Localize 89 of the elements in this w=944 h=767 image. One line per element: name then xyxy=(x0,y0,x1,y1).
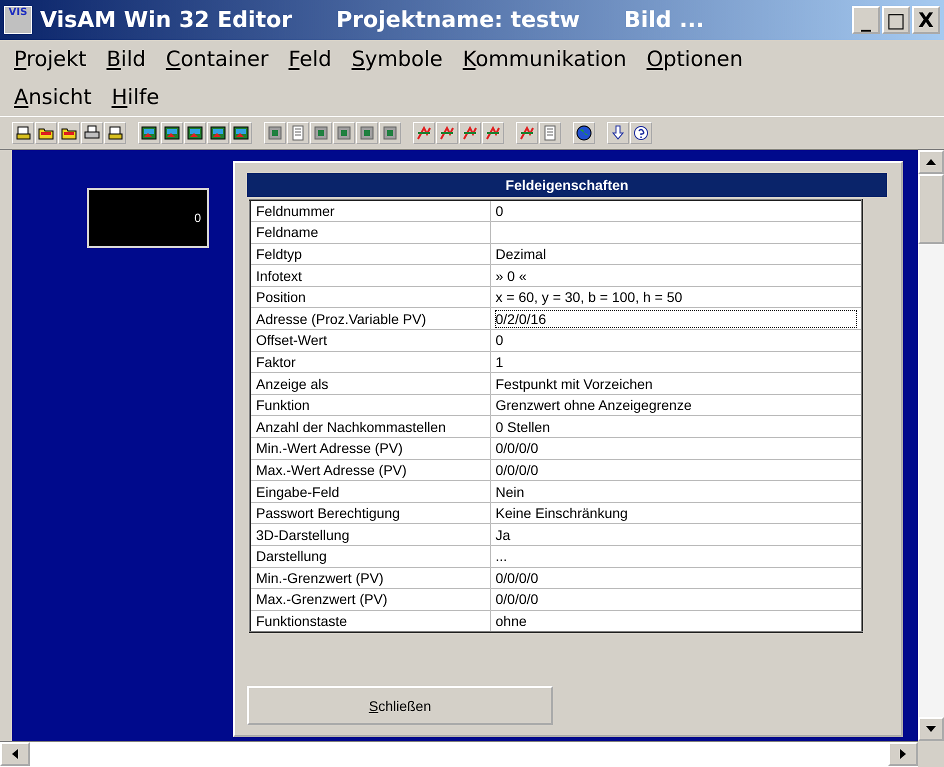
toolbar-button[interactable] xyxy=(356,122,378,144)
property-name: Anzahl der Nachkommastellen xyxy=(250,416,490,438)
square-icon xyxy=(267,125,283,141)
menu-item[interactable]: Container xyxy=(156,40,279,78)
property-name: Min.-Wert Adresse (PV) xyxy=(250,438,490,460)
toolbar-button[interactable] xyxy=(81,122,103,144)
scrollbar-thumb[interactable] xyxy=(918,174,944,244)
window-title: VisAM Win 32 Editor xyxy=(40,8,292,32)
toolbar-button[interactable] xyxy=(379,122,401,144)
dialog-title: Feldeigenschaften xyxy=(247,173,887,197)
toolbar-button[interactable] xyxy=(630,122,652,144)
property-name: Max.-Grenzwert (PV) xyxy=(250,588,490,610)
down-arrow-icon xyxy=(610,125,626,141)
document-icon xyxy=(15,125,31,141)
menu-item[interactable]: Ansicht xyxy=(4,78,102,116)
property-name: Faktor xyxy=(250,351,490,373)
property-name: Min.-Grenzwert (PV) xyxy=(250,567,490,589)
property-name: Darstellung xyxy=(250,546,490,568)
toolbar-button[interactable] xyxy=(12,122,34,144)
list-icon xyxy=(290,125,306,141)
window-control-button[interactable]: X xyxy=(912,6,940,34)
toolbar-button[interactable] xyxy=(310,122,332,144)
menu-item[interactable]: Bild xyxy=(96,40,156,78)
property-name: Adresse (Proz.Variable PV) xyxy=(250,308,490,330)
window-title: Projektname: testw xyxy=(336,8,580,32)
toolbar-button[interactable] xyxy=(573,122,595,144)
numeric-field[interactable]: 0 xyxy=(87,188,209,248)
graph-icon xyxy=(462,125,478,141)
property-name: Offset-Wert xyxy=(250,330,490,352)
property-name: Funktion xyxy=(250,394,490,416)
property-name: 3D-Darstellung xyxy=(250,524,490,546)
toolbar-button[interactable] xyxy=(58,122,80,144)
toolbar-button[interactable] xyxy=(333,122,355,144)
document-icon xyxy=(107,125,123,141)
menu-item[interactable]: Hilfe xyxy=(102,78,170,116)
property-name: Position xyxy=(250,286,490,308)
square-icon xyxy=(382,125,398,141)
square-icon xyxy=(313,125,329,141)
property-name: Passwort Berechtigung xyxy=(250,502,490,524)
image-icon xyxy=(164,125,180,141)
printer-icon xyxy=(84,125,100,141)
window-title: Bild ... xyxy=(624,8,704,32)
menu-item[interactable]: Symbole xyxy=(342,40,453,78)
globe-icon xyxy=(576,125,592,141)
menu-item[interactable]: Projekt xyxy=(4,40,96,78)
window-control-button[interactable]: □ xyxy=(882,6,910,34)
property-name: Feldnummer xyxy=(250,200,490,222)
left-arrow-icon xyxy=(12,749,18,759)
square-icon xyxy=(336,125,352,141)
vertical-scrollbar[interactable] xyxy=(918,150,944,741)
image-icon xyxy=(141,125,157,141)
property-name: Max.-Wert Adresse (PV) xyxy=(250,459,490,481)
menu-item[interactable]: Kommunikation xyxy=(452,40,637,78)
toolbar-button[interactable] xyxy=(230,122,252,144)
image-icon xyxy=(187,125,203,141)
graph-icon xyxy=(416,125,432,141)
property-name: Feldtyp xyxy=(250,243,490,265)
toolbar-button[interactable] xyxy=(607,122,629,144)
graph-icon xyxy=(439,125,455,141)
toolbar-button[interactable] xyxy=(161,122,183,144)
right-arrow-icon xyxy=(900,749,906,759)
image-icon xyxy=(210,125,226,141)
property-name: Eingabe-Feld xyxy=(250,480,490,502)
property-value[interactable]: 0/2/0/16 xyxy=(490,308,862,330)
graph-icon xyxy=(485,125,501,141)
menu-item[interactable]: Feld xyxy=(278,40,342,78)
horizontal-scrollbar[interactable] xyxy=(0,741,918,767)
toolbar-button[interactable] xyxy=(264,122,286,144)
toolbar-button[interactable] xyxy=(207,122,229,144)
list-icon xyxy=(542,125,558,141)
help-icon xyxy=(633,125,649,141)
toolbar-button[interactable] xyxy=(287,122,309,144)
up-arrow-icon xyxy=(926,159,936,165)
toolbar-button[interactable] xyxy=(539,122,561,144)
toolbar-button[interactable] xyxy=(138,122,160,144)
toolbar-button[interactable] xyxy=(184,122,206,144)
square-icon xyxy=(359,125,375,141)
image-icon xyxy=(233,125,249,141)
property-name: Infotext xyxy=(250,264,490,286)
app-icon: VIS xyxy=(4,6,32,34)
toolbar-button[interactable] xyxy=(104,122,126,144)
property-name: Feldname xyxy=(250,222,490,244)
property-name: Anzeige als xyxy=(250,372,490,394)
down-arrow-icon xyxy=(926,726,936,732)
window-control-button[interactable]: _ xyxy=(852,6,880,34)
close-button[interactable]: Schließen xyxy=(247,686,553,725)
toolbar-button[interactable] xyxy=(35,122,57,144)
graph-icon xyxy=(519,125,535,141)
menu-item[interactable]: Optionen xyxy=(636,40,753,78)
